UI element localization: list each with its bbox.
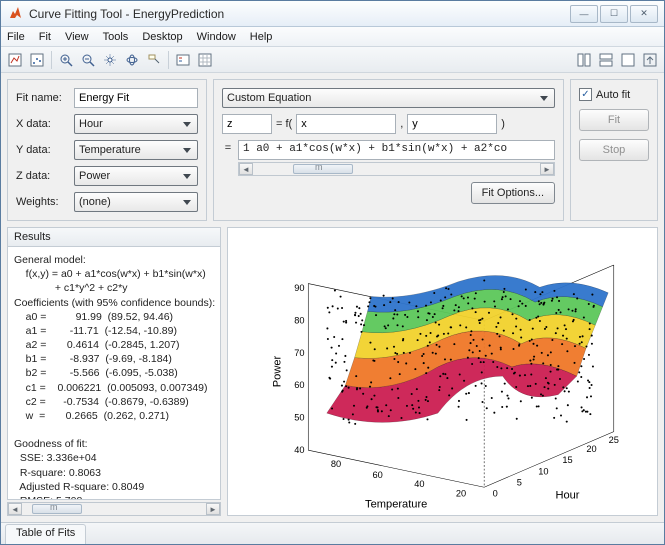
new-fit-icon[interactable] [5,50,25,70]
menu-window[interactable]: Window [197,31,236,43]
undock-icon[interactable] [640,50,660,70]
auto-fit-checkbox[interactable]: ✓ [579,88,592,101]
bottom-tabs: Table of Fits [1,522,664,544]
layout1-icon[interactable] [574,50,594,70]
layout2-icon[interactable] [596,50,616,70]
close-button[interactable]: ✕ [630,5,658,23]
formula-input[interactable]: 1 a0 + a1*cos(w*x) + b1*sin(w*x) + a2*co [238,140,555,160]
svg-text:70: 70 [294,348,304,358]
results-scrollbar[interactable]: ◄ m ► [7,502,221,516]
menubar: File Fit View Tools Desktop Window Help [1,27,664,47]
svg-text:50: 50 [294,413,304,423]
svg-text:80: 80 [331,459,341,469]
menu-view[interactable]: View [65,31,89,43]
titlebar: Curve Fitting Tool - EnergyPrediction — … [1,1,664,27]
dock-icon[interactable] [618,50,638,70]
svg-text:60: 60 [373,470,383,480]
ydata-label: Y data: [16,144,70,156]
results-scroll-left[interactable]: ◄ [8,503,22,515]
arg2-input[interactable] [407,114,497,134]
data-cursor-icon[interactable] [144,50,164,70]
weights-label: Weights: [16,196,70,208]
svg-text:80: 80 [294,315,304,325]
results-title: Results [7,227,221,246]
svg-text:60: 60 [294,380,304,390]
mid-row: Results General model: f(x,y) = a0 + a1*… [7,227,658,516]
svg-text:25: 25 [609,435,619,445]
func-close-text: ) [501,118,505,130]
auto-fit-label: Auto fit [596,89,630,101]
fit-name-label: Fit name: [16,92,70,104]
rotate3d-icon[interactable] [122,50,142,70]
plot-panel[interactable]: 40 50 60 70 80 90 20 40 60 80 0 5 10 15 20 25 Power T… [227,227,658,516]
scroll-thumb[interactable] [293,164,353,174]
grid-icon[interactable] [195,50,215,70]
xdata-label: X data: [16,118,70,130]
fit-button[interactable]: Fit [579,109,649,131]
menu-fit[interactable]: Fit [39,31,51,43]
stop-button[interactable]: Stop [579,139,649,161]
ydata-select[interactable]: Temperature [74,140,198,160]
equals-sign: = [222,140,234,154]
matlab-icon [7,6,23,22]
lhs-var-input[interactable] [222,114,272,134]
config-row: Fit name: X data: Hour Y data: Temperatu… [7,79,658,221]
y-axis-label: Temperature [365,499,427,511]
arg1-input[interactable] [296,114,396,134]
svg-text:40: 40 [414,479,424,489]
zoom-out-icon[interactable] [78,50,98,70]
zoom-in-icon[interactable] [56,50,76,70]
svg-text:20: 20 [456,488,466,498]
surface-plot[interactable]: 40 50 60 70 80 90 20 40 60 80 0 5 10 15 20 25 Power T… [228,228,657,515]
toolbar [1,47,664,73]
svg-text:20: 20 [586,444,596,454]
fit-name-input[interactable] [74,88,198,108]
fit-options-button[interactable]: Fit Options... [471,182,555,204]
menu-help[interactable]: Help [250,31,273,43]
zdata-label: Z data: [16,170,70,182]
results-panel: Results General model: f(x,y) = a0 + a1*… [7,227,221,516]
func-prefix-text: = f( [276,118,292,130]
app-window: Curve Fitting Tool - EnergyPrediction — … [0,0,665,545]
xdata-select[interactable]: Hour [74,114,198,134]
equation-panel: Custom Equation = f( , ) = 1 a0 + a1*cos… [213,79,564,221]
window-title: Curve Fitting Tool - EnergyPrediction [29,7,570,21]
x-axis-label: Hour [555,489,579,501]
menu-desktop[interactable]: Desktop [142,31,182,43]
z-axis-label: Power [271,355,283,387]
scroll-right-arrow[interactable]: ► [540,163,554,175]
svg-text:10: 10 [538,466,548,476]
menu-file[interactable]: File [7,31,25,43]
content-area: Fit name: X data: Hour Y data: Temperatu… [1,73,664,522]
results-textarea[interactable]: General model: f(x,y) = a0 + a1*cos(w*x)… [7,246,221,500]
auto-fit-panel: ✓ Auto fit Fit Stop [570,79,658,221]
maximize-button[interactable]: ☐ [600,5,628,23]
svg-text:15: 15 [562,455,572,465]
svg-text:0: 0 [493,488,498,498]
tab-table-of-fits[interactable]: Table of Fits [5,524,86,544]
pan-icon[interactable] [100,50,120,70]
formula-scrollbar[interactable]: ◄ m ► [238,162,555,176]
svg-text:40: 40 [294,445,304,455]
svg-text:90: 90 [294,283,304,293]
svg-text:5: 5 [517,477,522,487]
arg-comma: , [400,118,403,130]
zdata-select[interactable]: Power [74,166,198,186]
weights-select[interactable]: (none) [74,192,198,212]
scroll-left-arrow[interactable]: ◄ [239,163,253,175]
fit-config-panel: Fit name: X data: Hour Y data: Temperatu… [7,79,207,221]
legend-icon[interactable] [173,50,193,70]
results-scroll-right[interactable]: ► [206,503,220,515]
menu-tools[interactable]: Tools [103,31,129,43]
open-icon[interactable] [27,50,47,70]
minimize-button[interactable]: — [570,5,598,23]
fit-type-select[interactable]: Custom Equation [222,88,555,108]
